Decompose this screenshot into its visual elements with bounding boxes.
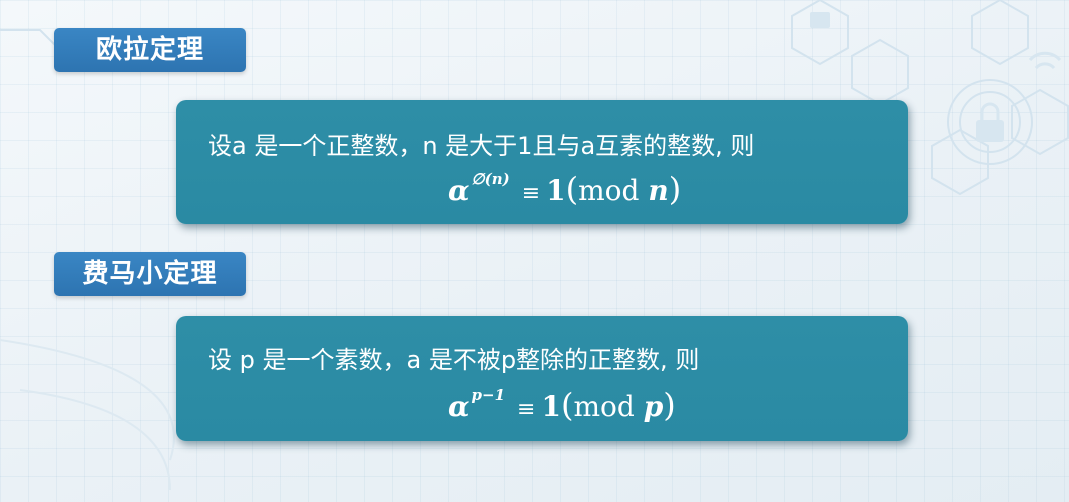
congruence-symbol: ≡ <box>517 397 536 422</box>
formula-exponent: ∅(n) <box>471 170 510 188</box>
mod-word: mod <box>573 390 635 423</box>
euler-theorem-title: 欧拉定理 <box>54 28 246 72</box>
fermat-theorem-title: 费马小定理 <box>54 252 246 296</box>
mod-word: mod <box>578 174 640 207</box>
close-paren: ) <box>668 170 682 208</box>
formula-modulus: p <box>643 390 664 423</box>
lock-icon-small <box>810 12 830 28</box>
fermat-theorem-statement: 设 p 是一个素数，a 是不被p整除的正整数, 则 <box>208 346 700 374</box>
fermat-theorem-box: 设 p 是一个素数，a 是不被p整除的正整数, 则 α p−1 ≡ 1(mod p) <box>176 316 908 441</box>
formula-result: 1 <box>546 174 566 207</box>
formula-base: α <box>448 174 470 207</box>
euler-theorem-box: 设a 是一个正整数，n 是大于1且与a互素的整数, 则 α ∅(n) ≡ 1(mod … <box>176 100 908 224</box>
formula-result: 1 <box>541 390 561 423</box>
formula-exponent: p−1 <box>471 386 506 404</box>
congruence-symbol: ≡ <box>521 181 541 206</box>
formula-modulus: n <box>648 174 669 207</box>
euler-theorem-formula: α ∅(n) ≡ 1(mod n) <box>448 170 681 208</box>
formula-base: α <box>448 390 470 423</box>
open-paren: ( <box>565 170 579 208</box>
euler-theorem-statement: 设a 是一个正整数，n 是大于1且与a互素的整数, 则 <box>208 132 755 160</box>
open-paren: ( <box>560 386 574 424</box>
lock-icon <box>976 120 1004 142</box>
close-paren: ) <box>663 386 676 424</box>
fermat-theorem-formula: α p−1 ≡ 1(mod p) <box>448 386 676 424</box>
